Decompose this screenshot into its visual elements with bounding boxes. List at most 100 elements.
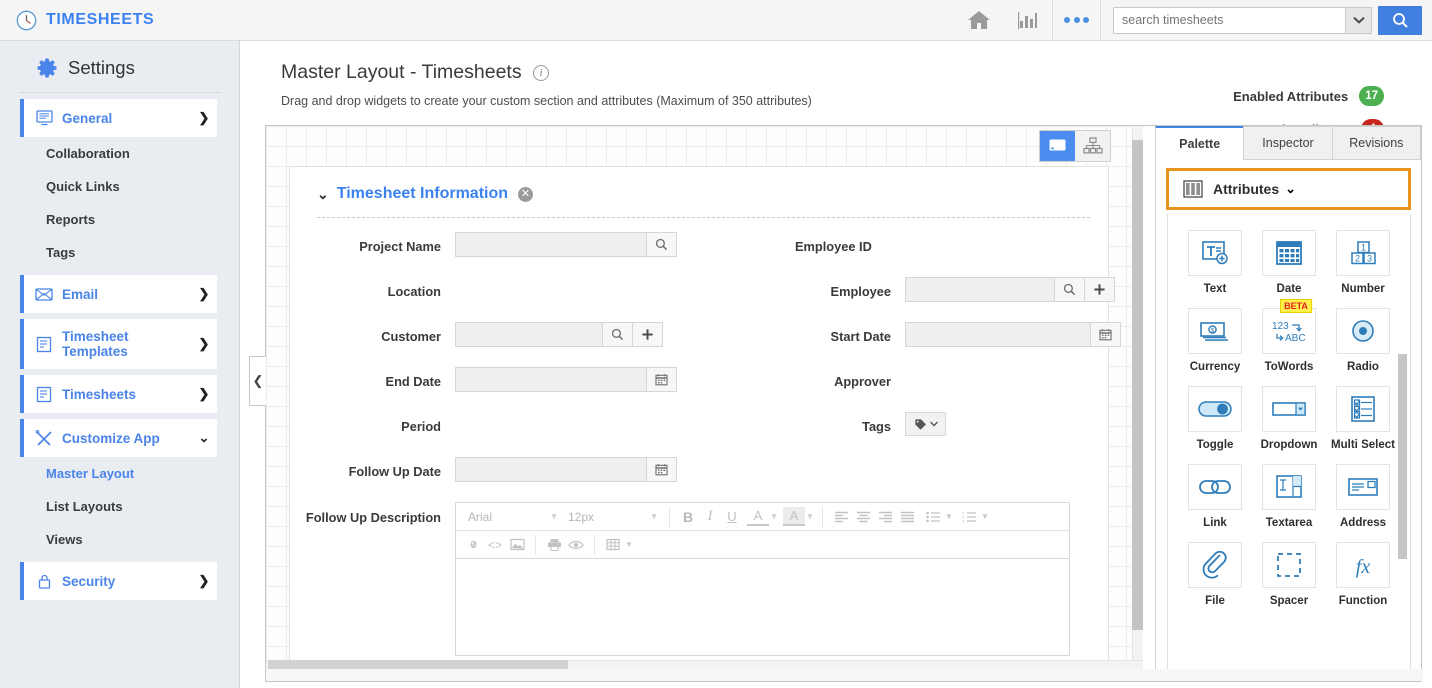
widget-date[interactable]: Date xyxy=(1252,230,1326,304)
palette-scrollbar-thumb[interactable] xyxy=(1398,354,1407,559)
bold-icon[interactable]: B xyxy=(677,506,699,528)
widget-dropdown[interactable]: Dropdown xyxy=(1252,386,1326,460)
layout-canvas[interactable]: ⌄ Timesheet Information ✕ Project Name E… xyxy=(266,126,1143,671)
canvas-vertical-scroll-thumb[interactable] xyxy=(1132,140,1143,630)
remove-section-icon[interactable]: ✕ xyxy=(518,186,534,202)
widget-currency[interactable]: $ Currency xyxy=(1178,308,1252,382)
preview-icon[interactable] xyxy=(565,534,587,556)
customer-input[interactable] xyxy=(455,322,603,347)
widget-address[interactable]: Address xyxy=(1326,464,1400,538)
sidebar-item-quick-links[interactable]: Quick Links xyxy=(0,170,239,203)
numbered-list-icon[interactable]: 123 xyxy=(958,506,980,528)
chevron-down-icon[interactable]: ▼ xyxy=(944,506,954,528)
align-justify-icon[interactable] xyxy=(896,506,918,528)
widget-number[interactable]: 1 2 3 Number xyxy=(1326,230,1400,304)
sidebar-item-timesheets[interactable]: Timesheets ❯ xyxy=(20,375,217,413)
print-icon[interactable] xyxy=(543,534,565,556)
calendar-icon[interactable] xyxy=(647,457,677,482)
tags-dropdown-button[interactable] xyxy=(905,412,946,436)
sidebar-item-tags[interactable]: Tags xyxy=(0,236,239,269)
align-left-icon[interactable] xyxy=(830,506,852,528)
chevron-left-icon[interactable]: ❮ xyxy=(249,356,266,406)
plus-icon[interactable] xyxy=(633,322,663,347)
widget-label: Spacer xyxy=(1269,595,1309,607)
app-brand[interactable]: TIMESHEETS xyxy=(0,10,154,31)
widget-function[interactable]: fx Function xyxy=(1326,542,1400,616)
table-icon[interactable] xyxy=(602,534,624,556)
font-family-select[interactable]: Arial ▼ xyxy=(462,507,562,527)
sidebar-item-master-layout[interactable]: Master Layout xyxy=(0,457,239,490)
sidebar-item-views[interactable]: Views xyxy=(0,523,239,556)
project-name-input[interactable] xyxy=(455,232,647,257)
widget-toggle[interactable]: Toggle xyxy=(1178,386,1252,460)
desktop-view-button[interactable] xyxy=(1040,131,1075,161)
chevron-down-icon[interactable]: ▼ xyxy=(805,506,815,528)
attributes-accordion-header[interactable]: Attributes ⌄ xyxy=(1166,168,1411,210)
source-code-icon[interactable]: <> xyxy=(484,534,506,556)
divider xyxy=(669,506,670,527)
plus-icon[interactable] xyxy=(1085,277,1115,302)
follow-up-date-input[interactable] xyxy=(455,457,647,482)
align-center-icon[interactable] xyxy=(852,506,874,528)
widget-textarea[interactable]: Textarea xyxy=(1252,464,1326,538)
widget-multi-select[interactable]: Multi Select xyxy=(1326,386,1400,460)
bar-chart-icon[interactable] xyxy=(1003,0,1052,41)
rich-text-body[interactable] xyxy=(456,559,1069,655)
widget-spacer[interactable]: Spacer xyxy=(1252,542,1326,616)
info-icon[interactable]: i xyxy=(533,64,550,81)
widget-link[interactable]: Link xyxy=(1178,464,1252,538)
sidebar-item-list-layouts[interactable]: List Layouts xyxy=(0,490,239,523)
chevron-down-icon[interactable]: ▼ xyxy=(769,506,779,528)
font-color-icon[interactable]: A xyxy=(747,507,769,526)
canvas-vertical-scrollbar[interactable] xyxy=(1132,126,1143,671)
calendar-icon[interactable] xyxy=(647,367,677,392)
widget-radio[interactable]: Radio xyxy=(1326,308,1400,382)
home-icon[interactable] xyxy=(954,0,1003,41)
widget-file[interactable]: File xyxy=(1178,542,1252,616)
sidebar-item-general[interactable]: General ❯ xyxy=(20,99,217,137)
sidebar-item-reports[interactable]: Reports xyxy=(0,203,239,236)
section-timesheet-information[interactable]: ⌄ Timesheet Information ✕ Project Name E… xyxy=(289,166,1121,671)
sidebar-item-timesheet-templates[interactable]: Timesheet Templates ❯ xyxy=(20,319,217,369)
search-input[interactable] xyxy=(1113,6,1345,34)
tab-revisions[interactable]: Revisions xyxy=(1331,126,1421,160)
end-date-input[interactable] xyxy=(455,367,647,392)
font-size-select[interactable]: 12px ▼ xyxy=(562,507,662,527)
radio-icon xyxy=(1336,308,1390,354)
employee-input[interactable] xyxy=(905,277,1055,302)
link-icon[interactable] xyxy=(462,534,484,556)
search-button[interactable] xyxy=(1378,5,1422,35)
sidebar-item-customize-app[interactable]: Customize App ⌄ xyxy=(20,419,217,457)
chevron-down-icon[interactable]: ⌄ xyxy=(317,186,329,203)
input-group xyxy=(455,322,795,347)
tree-view-button[interactable] xyxy=(1075,131,1110,161)
field-control-project-name xyxy=(455,232,795,277)
image-icon[interactable] xyxy=(506,534,528,556)
ellipsis-icon[interactable] xyxy=(1052,0,1101,41)
svg-text:3: 3 xyxy=(1367,253,1372,263)
search-icon[interactable] xyxy=(1055,277,1085,302)
tab-inspector[interactable]: Inspector xyxy=(1243,126,1333,160)
underline-icon[interactable]: U xyxy=(721,506,743,528)
sidebar-item-collaboration[interactable]: Collaboration xyxy=(0,137,239,170)
textarea-icon xyxy=(1262,464,1316,510)
sidebar-item-security[interactable]: Security ❯ xyxy=(20,562,217,600)
widget-label: ToWords xyxy=(1264,361,1314,373)
italic-icon[interactable]: I xyxy=(699,506,721,528)
search-icon[interactable] xyxy=(647,232,677,257)
start-date-input[interactable] xyxy=(905,322,1091,347)
tab-palette[interactable]: Palette xyxy=(1155,126,1245,160)
calendar-icon[interactable] xyxy=(1091,322,1121,347)
widget-text[interactable]: Text xyxy=(1178,230,1252,304)
chevron-down-icon[interactable]: ▼ xyxy=(624,534,634,556)
bullet-list-icon[interactable] xyxy=(922,506,944,528)
search-icon[interactable] xyxy=(603,322,633,347)
widget-palette[interactable]: Text Date 1 2 3 Number $ Currency BETA 1… xyxy=(1167,214,1411,681)
highlight-color-icon[interactable]: A xyxy=(783,507,805,526)
align-right-icon[interactable] xyxy=(874,506,896,528)
chevron-down-icon[interactable] xyxy=(1345,6,1372,34)
chevron-down-icon[interactable]: ▼ xyxy=(980,506,990,528)
widget-towords[interactable]: BETA 123 ABC ToWords xyxy=(1252,299,1326,382)
widget-label: Currency xyxy=(1189,361,1241,373)
sidebar-item-email[interactable]: Email ❯ xyxy=(20,275,217,313)
